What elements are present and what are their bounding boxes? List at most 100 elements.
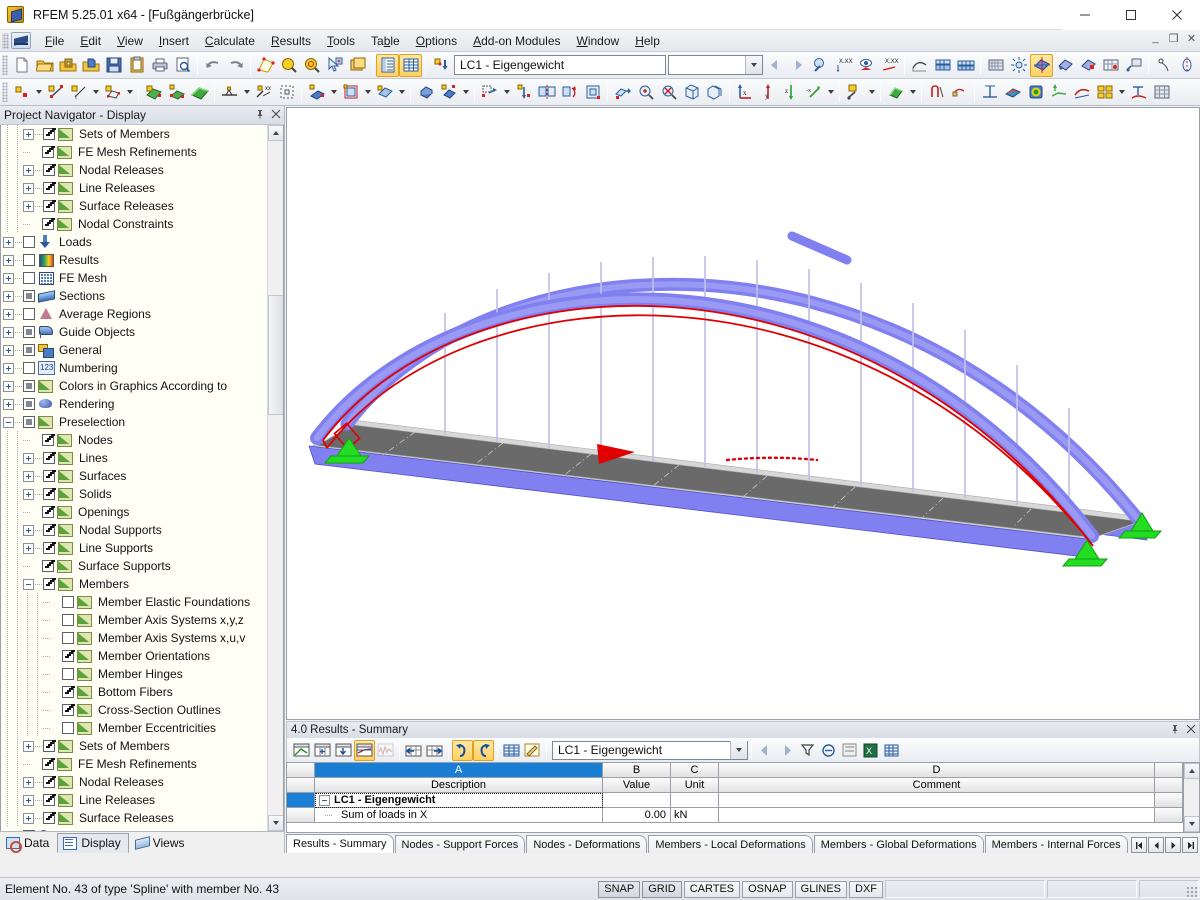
tree-checkbox[interactable]	[43, 812, 55, 824]
table-settings-icon[interactable]	[501, 740, 522, 761]
tree-expand-icon[interactable]	[23, 200, 34, 212]
results-load-case-combo[interactable]: LC1 - Eigengewicht	[552, 740, 748, 760]
view-y-icon[interactable]: y	[756, 81, 779, 104]
value-xx-icon[interactable]: X.XX	[832, 54, 855, 77]
menu-addon-modules[interactable]: Add-on Modules	[465, 32, 568, 50]
tree-checkbox[interactable]	[23, 308, 35, 320]
deform-icon[interactable]	[1047, 81, 1070, 104]
tree-item-surface-releases[interactable]: Surface Releases	[1, 809, 283, 827]
value-xx2-icon[interactable]: X.XX	[878, 54, 901, 77]
results-scroll-up-button[interactable]	[1184, 763, 1199, 779]
clip-icon[interactable]	[948, 81, 971, 104]
tree-item-nodes[interactable]: Nodes	[1, 431, 283, 449]
table-corner-cell[interactable]	[287, 763, 315, 778]
new-load-dropdown-icon[interactable]	[396, 81, 407, 104]
resize-grip[interactable]	[1186, 886, 1198, 898]
table-row[interactable]: LC1 - Eigengewicht	[287, 793, 1183, 808]
rotate-obj-icon[interactable]	[558, 81, 581, 104]
tree-item-member-elastic-foundations[interactable]: Member Elastic Foundations	[1, 593, 283, 611]
tree-item-member-orientations[interactable]: Member Orientations	[1, 647, 283, 665]
view-result-icon[interactable]	[855, 54, 878, 77]
sun-icon[interactable]	[1007, 54, 1030, 77]
new-member-icon[interactable]	[305, 81, 328, 104]
tree-expand-icon[interactable]	[3, 362, 14, 374]
tree-item-nodal-releases[interactable]: Nodal Releases	[1, 773, 283, 791]
result-diagram-icon[interactable]	[978, 81, 1001, 104]
tree-checkbox[interactable]	[62, 686, 74, 698]
tree-expand-icon[interactable]	[3, 272, 14, 284]
results-grid-icon[interactable]	[1099, 54, 1122, 77]
tree-item-results[interactable]: Results	[1, 251, 283, 269]
tree-checkbox[interactable]	[43, 578, 55, 590]
table-row-selector[interactable]	[287, 808, 315, 823]
copy-move-icon[interactable]	[478, 81, 501, 104]
open-folder-icon[interactable]	[33, 54, 56, 77]
table-import-icon[interactable]	[333, 740, 354, 761]
tree-checkbox[interactable]	[43, 524, 55, 536]
zoom-box-icon[interactable]	[680, 81, 703, 104]
menu-options[interactable]: Options	[408, 32, 465, 50]
tree-item-general[interactable]: General	[1, 341, 283, 359]
close-button[interactable]	[1154, 0, 1200, 30]
tree-item-lines[interactable]: Lines	[1, 449, 283, 467]
tab-nodes-support-forces[interactable]: Nodes - Support Forces	[394, 835, 526, 853]
tree-item-line-releases[interactable]: Line Releases	[1, 791, 283, 809]
menu-view[interactable]: View	[109, 32, 151, 50]
render-surfaces-icon[interactable]	[1030, 53, 1053, 77]
tree-checkbox[interactable]	[43, 776, 55, 788]
tree-expand-icon[interactable]	[3, 380, 14, 392]
clipboard-icon[interactable]	[125, 54, 148, 77]
table-column-letter-e[interactable]	[1155, 763, 1183, 778]
tree-checkbox[interactable]	[23, 254, 35, 266]
view-iso-icon[interactable]: -x	[802, 81, 825, 104]
menu-drag-grip[interactable]	[2, 32, 9, 49]
tree-checkbox[interactable]	[23, 398, 35, 410]
table-column-letter-c[interactable]: C	[671, 763, 719, 778]
status-toggle-cartes[interactable]: CARTES	[683, 880, 741, 898]
tiles-dropdown-icon[interactable]	[1116, 81, 1127, 104]
insert-node-icon[interactable]	[512, 81, 535, 104]
tree-checkbox[interactable]	[42, 434, 54, 446]
maximize-button[interactable]	[1108, 0, 1154, 30]
model-viewport[interactable]	[286, 107, 1200, 720]
tree-expand-icon[interactable]	[3, 290, 14, 302]
mirror-v-icon[interactable]	[1175, 54, 1198, 77]
tree-checkbox[interactable]	[42, 560, 54, 572]
toolbar2-grip[interactable]	[2, 82, 8, 102]
tree-item-openings[interactable]: Openings	[1, 503, 283, 521]
visibility-icon[interactable]	[884, 81, 907, 104]
prev-record-button[interactable]	[1148, 837, 1164, 853]
table-diagram-icon[interactable]	[291, 740, 312, 761]
table-prev-icon[interactable]	[755, 740, 776, 761]
table-filter-icon[interactable]	[354, 739, 375, 761]
view-z-icon[interactable]: z	[779, 81, 802, 104]
tree-item-fe-mesh[interactable]: FE Mesh	[1, 269, 283, 287]
tree-expand-icon[interactable]	[3, 326, 14, 338]
tree-expand-icon[interactable]	[3, 344, 14, 356]
tree-checkbox[interactable]	[23, 326, 35, 338]
group-collapse-icon[interactable]	[319, 794, 330, 806]
rotate-left-icon[interactable]	[452, 739, 473, 761]
tree-expand-icon[interactable]	[23, 812, 34, 824]
tree-expand-icon[interactable]	[3, 254, 14, 266]
minimize-button[interactable]	[1062, 0, 1108, 30]
secondary-combo[interactable]	[668, 55, 763, 75]
tree-checkbox[interactable]	[62, 722, 74, 734]
rendering-dropdown-icon[interactable]	[866, 81, 877, 104]
mirror-obj-icon[interactable]	[535, 81, 558, 104]
tree-expand-icon[interactable]	[23, 182, 34, 194]
tree-expand-icon[interactable]	[3, 308, 14, 320]
loads-bar-icon[interactable]	[931, 54, 954, 77]
tree-item-colors-in-graphics-according-to[interactable]: Colors in Graphics According to	[1, 377, 283, 395]
menu-results[interactable]: Results	[263, 32, 319, 50]
tree-checkbox[interactable]	[43, 182, 55, 194]
tree-checkbox[interactable]	[42, 218, 54, 230]
tree-expand-icon[interactable]	[3, 236, 14, 248]
nodal-support-dropdown-icon[interactable]	[241, 81, 252, 104]
line-support-icon[interactable]: xx	[252, 81, 275, 104]
new-set-icon[interactable]	[339, 81, 362, 104]
table-cell-comment[interactable]	[719, 808, 1155, 823]
tree-checkbox[interactable]	[23, 236, 35, 248]
result-window-icon[interactable]	[1122, 54, 1145, 77]
copy-move-dropdown-icon[interactable]	[501, 81, 512, 104]
